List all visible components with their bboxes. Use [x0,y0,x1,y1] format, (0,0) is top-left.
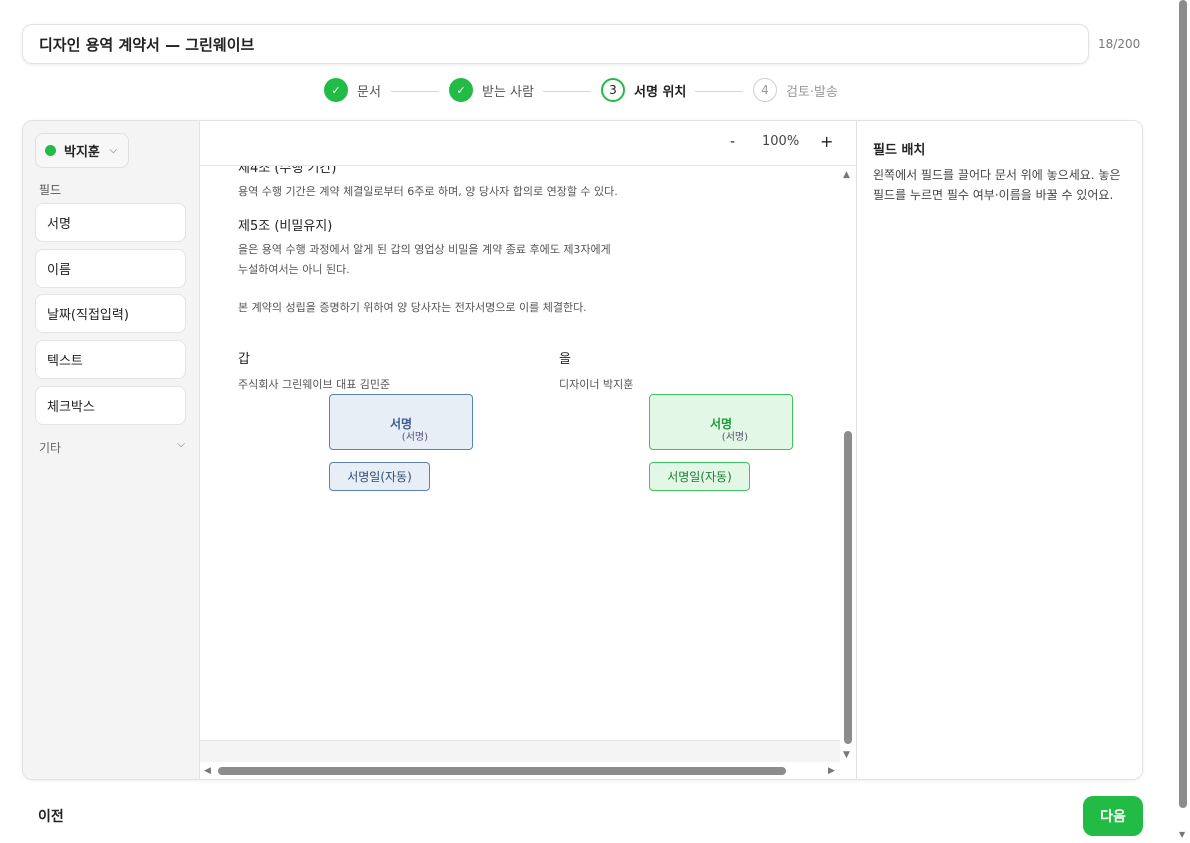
scroll-up-icon[interactable]: ▲ [843,170,850,180]
step-document[interactable]: ✓ 문서 [324,78,381,102]
article5-text-line2: 누설하여서는 아니 된다. [238,263,350,276]
field-name[interactable]: 이름 [35,249,186,288]
step-signature-position[interactable]: 3 서명 위치 [601,78,686,102]
party-a-date-field[interactable]: 서명일(자동) [329,462,430,491]
zoom-out-button[interactable]: - [730,134,735,150]
party-b-signature-field[interactable]: 서명 (서명) [649,394,793,450]
horizontal-scrollbar[interactable]: ◀ ▶ [200,762,856,779]
step-connector [543,91,591,92]
progress-stepper: ✓ 문서 ✓ 받는 사람 3 서명 위치 4 검토·발송 [0,78,1190,106]
etc-label: 기타 [39,441,62,455]
next-button[interactable]: 다음 [1083,796,1143,836]
step-recipients[interactable]: ✓ 받는 사람 [449,78,534,102]
check-icon: ✓ [449,78,473,102]
scroll-left-icon[interactable]: ◀ [204,766,211,776]
zoom-level: 100% [762,134,800,149]
vertical-scrollbar[interactable]: ▲ ▼ [840,166,856,762]
horizontal-scroll-thumb[interactable] [218,767,786,775]
step-label: 받는 사람 [482,84,534,100]
previous-button[interactable]: 이전 [38,806,64,826]
closing-text: 본 계약의 성립을 증명하기 위하여 양 당사자는 전자서명으로 이를 체결한다… [238,301,587,314]
chevron-down-icon: ⌵ [109,145,117,156]
editor-panel: 박지훈 ⌵ 필드 서명 이름 날짜(직접입력) 텍스트 체크박스 기타 ⌵ - … [22,120,1143,780]
title-char-count: 18/200 [1098,37,1141,51]
panel-title: 필드 배치 [873,143,926,158]
field-text[interactable]: 텍스트 [35,340,186,379]
page-scrollbar[interactable]: ▼ [1176,0,1190,843]
party-b-name: 디자이너 박지훈 [559,378,634,391]
scroll-down-icon[interactable]: ▼ [843,750,850,760]
signer-select[interactable]: 박지훈 ⌵ [35,133,129,168]
check-icon: ✓ [324,78,348,102]
step-label: 검토·발송 [786,84,838,100]
party-a-label: 갑 [238,352,250,367]
signer-color-dot [45,145,56,156]
fields-heading: 필드 [39,183,62,197]
party-b-date-field[interactable]: 서명일(자동) [649,462,750,491]
scroll-right-icon[interactable]: ▶ [828,766,835,776]
field-sidebar: 박지훈 ⌵ 필드 서명 이름 날짜(직접입력) 텍스트 체크박스 기타 ⌵ [23,121,200,779]
zoom-in-button[interactable]: + [820,132,833,151]
field-signature[interactable]: 서명 [35,203,186,242]
step-connector [695,91,743,92]
field-checkbox[interactable]: 체크박스 [35,386,186,425]
step-number: 4 [753,78,777,102]
article5-text-line1: 을은 용역 수행 과정에서 알게 된 갑의 영업상 비밀을 계약 종료 후에도 … [238,243,611,256]
page-scroll-thumb[interactable] [1179,0,1187,808]
panel-description: 왼쪽에서 필드를 끌어다 문서 위에 놓으세요. 놓은 필드를 누르면 필수 여… [873,168,1121,202]
article5-heading: 제5조 (비밀유지) [238,219,333,234]
party-a-signature-field[interactable]: 서명 (서명) [329,394,473,450]
chevron-down-icon: ⌵ [177,439,185,450]
signature-field-sublabel: (서명) [721,432,748,443]
document-title-text: 디자인 용역 계약서 — 그린웨이브 [39,35,255,54]
step-number: 3 [601,78,625,102]
document-page[interactable]: 제4조 (수행 기간) 용역 수행 기간은 계약 체결일로부터 6주로 하며, … [200,166,840,740]
step-connector [391,91,439,92]
scroll-down-icon[interactable]: ▼ [1179,830,1185,839]
party-b-label: 을 [559,352,571,367]
page-gutter [200,740,840,762]
zoom-toolbar: - 100% + [200,121,856,166]
step-label: 서명 위치 [634,84,687,100]
etc-section-toggle[interactable]: 기타 ⌵ [39,439,185,456]
field-date-manual[interactable]: 날짜(직접입력) [35,294,186,333]
vertical-scroll-thumb[interactable] [844,431,852,744]
step-label: 문서 [357,84,381,100]
document-title-input[interactable]: 디자인 용역 계약서 — 그린웨이브 [22,24,1089,64]
signer-name: 박지훈 [64,145,100,160]
step-review-send[interactable]: 4 검토·발송 [753,78,838,102]
signature-field-sublabel: (서명) [401,432,428,443]
article4-text: 용역 수행 기간은 계약 체결일로부터 6주로 하며, 양 당사자 합의로 연장… [238,185,618,198]
document-viewer: - 100% + 제4조 (수행 기간) 용역 수행 기간은 계약 체결일로부터… [200,121,856,779]
party-a-name: 주식회사 그린웨이브 대표 김민준 [238,378,391,391]
article4-heading: 제4조 (수행 기간) [238,166,337,176]
field-properties-panel: 필드 배치 왼쪽에서 필드를 끌어다 문서 위에 놓으세요. 놓은 필드를 누르… [856,121,1142,779]
